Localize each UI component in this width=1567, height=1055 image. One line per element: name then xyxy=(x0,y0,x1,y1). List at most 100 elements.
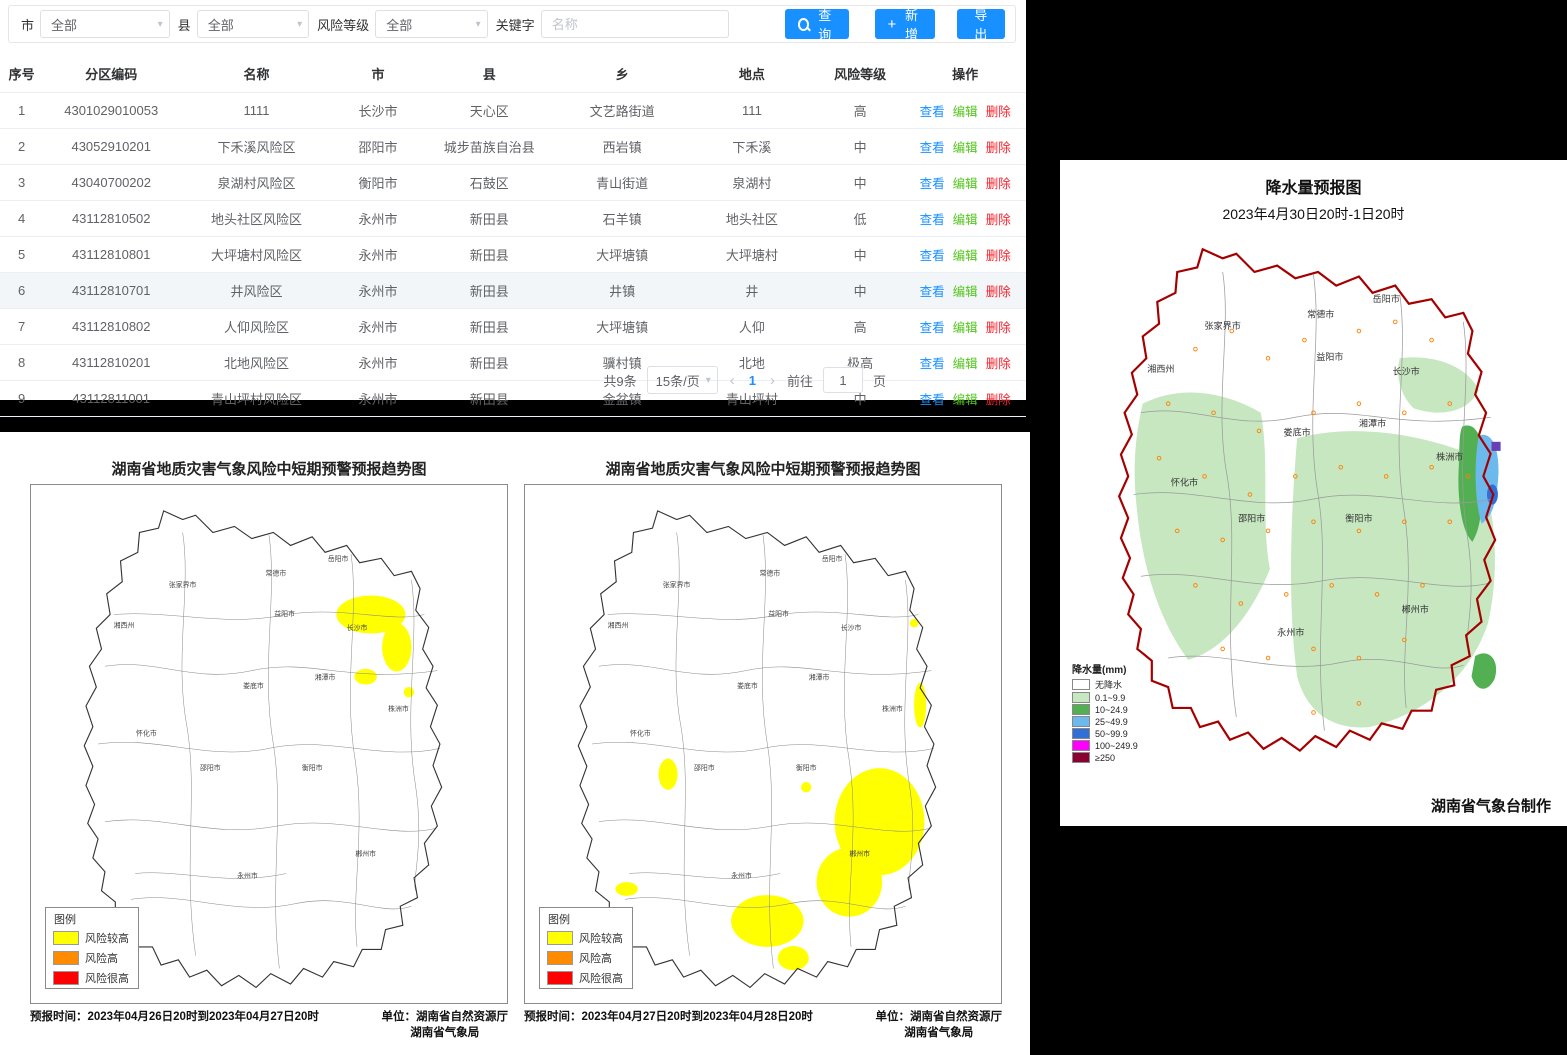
filter-bar: 市 全部 ▾ 县 全部 ▾ 风险等级 全部 ▾ 关键字 查询 + 新增 导出 xyxy=(8,5,1016,43)
legend-row: 风险很高 xyxy=(540,968,632,988)
view-link[interactable]: 查看 xyxy=(920,357,945,371)
delete-link[interactable]: 删除 xyxy=(986,141,1011,155)
view-link[interactable]: 查看 xyxy=(920,177,945,191)
cell-code: 43112810701 xyxy=(43,273,179,309)
edit-link[interactable]: 编辑 xyxy=(953,177,978,191)
legend-swatch xyxy=(547,951,573,965)
edit-link[interactable]: 编辑 xyxy=(953,393,978,407)
delete-link[interactable]: 删除 xyxy=(986,177,1011,191)
export-button-label: 导出 xyxy=(970,5,992,43)
edit-link[interactable]: 编辑 xyxy=(953,357,978,371)
legend-label: 风险较高 xyxy=(579,930,623,946)
risk-level-select[interactable]: 全部 ▾ xyxy=(375,10,487,38)
total-count: 共9条 xyxy=(603,371,636,390)
unit-label: 单位： xyxy=(382,1011,417,1023)
precip-legend-title: 降水量(mm) xyxy=(1072,661,1138,676)
delete-link[interactable]: 删除 xyxy=(986,105,1011,119)
add-button[interactable]: + 新增 xyxy=(875,9,935,39)
add-button-label: 新增 xyxy=(901,5,921,43)
legend-row: 0.1~9.9 xyxy=(1072,692,1138,703)
precip-map-credit: 湖南省气象台制作 xyxy=(1431,795,1551,816)
edit-link[interactable]: 编辑 xyxy=(953,321,978,335)
map-legend-2: 图例 风险较高风险高风险很高 xyxy=(539,907,633,989)
page-size-select[interactable]: 15条/页 ▾ xyxy=(647,366,718,394)
view-link[interactable]: 查看 xyxy=(920,141,945,155)
delete-link[interactable]: 删除 xyxy=(986,213,1011,227)
risk-level-select-value: 全部 xyxy=(386,15,412,34)
cell-county: 石鼓区 xyxy=(422,165,556,201)
cell-code: 43112810502 xyxy=(43,201,179,237)
unit-line2: 湖南省气象局 xyxy=(876,1024,1003,1040)
cell-actions: 查看编辑删除 xyxy=(904,201,1026,237)
keyword-input[interactable] xyxy=(541,10,729,38)
legend-row: 风险较高 xyxy=(540,928,632,948)
view-link[interactable]: 查看 xyxy=(920,393,945,407)
view-link[interactable]: 查看 xyxy=(920,249,945,263)
view-link[interactable]: 查看 xyxy=(920,321,945,335)
legend-label: 50~99.9 xyxy=(1095,729,1128,739)
cell-city: 衡阳市 xyxy=(334,165,423,201)
legend-swatch xyxy=(547,931,573,945)
prev-page-button[interactable]: ‹ xyxy=(728,372,737,389)
county-select[interactable]: 全部 ▾ xyxy=(197,10,309,38)
cell-place: 泉湖村 xyxy=(688,165,816,201)
goto-page-input[interactable] xyxy=(823,367,863,393)
cell-name: 泉湖村风险区 xyxy=(179,165,334,201)
cell-actions: 查看编辑删除 xyxy=(904,345,1026,381)
legend-label: 风险高 xyxy=(85,950,118,966)
legend-row: 10~24.9 xyxy=(1072,704,1138,715)
delete-link[interactable]: 删除 xyxy=(986,321,1011,335)
cell-city: 邵阳市 xyxy=(334,129,423,165)
edit-link[interactable]: 编辑 xyxy=(953,285,978,299)
edit-link[interactable]: 编辑 xyxy=(953,105,978,119)
cell-risk: 中 xyxy=(816,129,905,165)
legend-swatch xyxy=(1072,679,1090,690)
cell-town: 大坪塘镇 xyxy=(556,237,688,273)
view-link[interactable]: 查看 xyxy=(920,213,945,227)
cell-code: 43112810801 xyxy=(43,237,179,273)
view-link[interactable]: 查看 xyxy=(920,285,945,299)
cell-risk: 高 xyxy=(816,309,905,345)
edit-link[interactable]: 编辑 xyxy=(953,141,978,155)
city-select[interactable]: 全部 ▾ xyxy=(40,10,170,38)
cell-no: 4 xyxy=(0,201,43,237)
cell-actions: 查看编辑删除 xyxy=(904,165,1026,201)
map-city-label: 永州市 xyxy=(237,871,258,880)
delete-link[interactable]: 删除 xyxy=(986,249,1011,263)
map-city-label: 岳阳市 xyxy=(1373,293,1400,304)
risk-level-filter-label: 风险等级 xyxy=(317,15,369,34)
cell-actions: 查看编辑删除 xyxy=(904,129,1026,165)
risk-zone-table: 序号 分区编码 名称 市 县 乡 地点 风险等级 操作 143010290100… xyxy=(0,55,1026,417)
delete-link[interactable]: 删除 xyxy=(986,393,1011,407)
search-button[interactable]: 查询 xyxy=(785,9,849,39)
risk-map-title-2: 湖南省地质灾害气象风险中短期预警预报趋势图 xyxy=(524,458,1002,479)
cell-code: 43112811001 xyxy=(43,381,179,417)
delete-link[interactable]: 删除 xyxy=(986,285,1011,299)
current-page[interactable]: 1 xyxy=(747,373,758,388)
edit-link[interactable]: 编辑 xyxy=(953,213,978,227)
next-page-button[interactable]: › xyxy=(768,372,777,389)
map-city-label: 长沙市 xyxy=(347,623,368,632)
table-row: 743112810802人仰风险区永州市新田县大坪塘镇人仰高查看编辑删除 xyxy=(0,309,1026,345)
cell-risk: 高 xyxy=(816,93,905,129)
legend-label: ≥250 xyxy=(1095,753,1115,763)
unit-label: 单位： xyxy=(876,1011,911,1023)
cell-code: 4301029010053 xyxy=(43,93,179,129)
legend-body: 风险较高风险高风险很高 xyxy=(46,928,138,988)
precip-legend-body: 无降水0.1~9.910~24.925~49.950~99.9100~249.9… xyxy=(1072,678,1138,763)
legend-row: 风险高 xyxy=(46,948,138,968)
legend-row: ≥250 xyxy=(1072,752,1138,763)
export-button[interactable]: 导出 xyxy=(957,9,1005,39)
edit-link[interactable]: 编辑 xyxy=(953,249,978,263)
map-city-label: 邵阳市 xyxy=(694,763,715,772)
legend-swatch xyxy=(1072,752,1090,763)
view-link[interactable]: 查看 xyxy=(920,105,945,119)
forecast-time-2: 预报时间：2023年04月27日20时到2023年04月28日20时 xyxy=(524,1008,813,1040)
cell-risk: 中 xyxy=(816,165,905,201)
delete-link[interactable]: 删除 xyxy=(986,357,1011,371)
cell-city: 永州市 xyxy=(334,273,423,309)
cell-no: 6 xyxy=(0,273,43,309)
legend-row: 无降水 xyxy=(1072,678,1138,691)
cell-no: 7 xyxy=(0,309,43,345)
cell-county: 新田县 xyxy=(422,237,556,273)
